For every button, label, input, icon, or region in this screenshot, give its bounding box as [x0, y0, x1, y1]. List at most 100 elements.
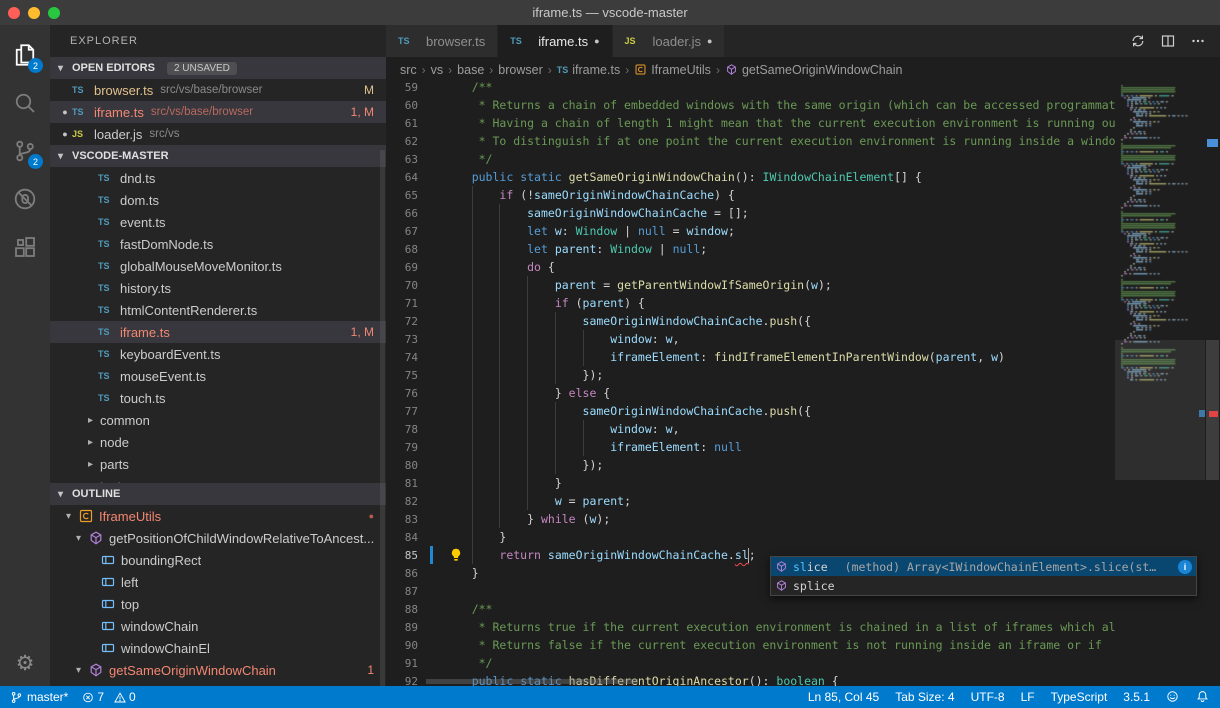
- minimize-window-button[interactable]: [28, 7, 40, 19]
- outline-item[interactable]: windowChainEl: [50, 637, 386, 659]
- code-line[interactable]: 59 /**: [386, 82, 1115, 96]
- code-line[interactable]: 65 if (!sameOriginWindowChainCache) {: [386, 186, 1115, 204]
- code-line[interactable]: 66 sameOriginWindowChainCache = [];: [386, 204, 1115, 222]
- code-line[interactable]: 61 * Having a chain of length 1 might me…: [386, 114, 1115, 132]
- tree-folder[interactable]: ▸parts: [50, 453, 386, 475]
- status-language[interactable]: TypeScript: [1051, 686, 1108, 708]
- outline-item[interactable]: left: [50, 571, 386, 593]
- status-version[interactable]: 3.5.1: [1123, 686, 1150, 708]
- activity-item-source-control[interactable]: 2: [1, 127, 49, 175]
- code-line[interactable]: 77 sameOriginWindowChainCache.push({: [386, 402, 1115, 420]
- tree-file[interactable]: TSevent.ts: [50, 211, 386, 233]
- suggest-item[interactable]: slice(method) Array<IWindowChainElement>…: [771, 557, 1196, 576]
- suggest-item[interactable]: splice: [771, 576, 1196, 595]
- tree-file[interactable]: TSdnd.ts: [50, 167, 386, 189]
- tree-file[interactable]: TSdom.ts: [50, 189, 386, 211]
- code-line[interactable]: 84 }: [386, 528, 1115, 546]
- activity-item-search[interactable]: [1, 79, 49, 127]
- tab-browser-ts[interactable]: TSbrowser.ts: [386, 25, 498, 57]
- close-window-button[interactable]: [8, 7, 20, 19]
- activity-item-explorer[interactable]: 2: [1, 31, 49, 79]
- minimap-slider[interactable]: [1115, 340, 1205, 480]
- breadcrumb-item[interactable]: base: [457, 63, 484, 77]
- breadcrumb-item[interactable]: browser: [498, 63, 542, 77]
- code-line[interactable]: 62 * To distinguish if at one point the …: [386, 132, 1115, 150]
- tree-file[interactable]: TSkeyboardEvent.ts: [50, 343, 386, 365]
- outline-item[interactable]: ▾getPositionOfChildWindowRelativeToAnces…: [50, 527, 386, 549]
- tree-folder[interactable]: ▸test: [50, 475, 386, 483]
- code-line[interactable]: 80 });: [386, 456, 1115, 474]
- breadcrumb-item[interactable]: vs: [431, 63, 444, 77]
- status-tab-size[interactable]: Tab Size: 4: [895, 686, 954, 708]
- code-line[interactable]: 88 /**: [386, 600, 1115, 618]
- code-line[interactable]: 70 parent = getParentWindowIfSameOrigin(…: [386, 276, 1115, 294]
- code-line[interactable]: 60 * Returns a chain of embedded windows…: [386, 96, 1115, 114]
- activity-item-extensions[interactable]: [1, 223, 49, 271]
- tree-file[interactable]: TStouch.ts: [50, 387, 386, 409]
- folder-section-header[interactable]: ▾ VSCODE-MASTER: [50, 145, 386, 167]
- open-editor-item[interactable]: ●TSiframe.tssrc/vs/base/browser1, M: [50, 101, 386, 123]
- code-line[interactable]: 67 let w: Window | null = window;: [386, 222, 1115, 240]
- tree-folder[interactable]: ▸common: [50, 409, 386, 431]
- code-line[interactable]: 73 window: w,: [386, 330, 1115, 348]
- info-icon[interactable]: i: [1178, 560, 1192, 574]
- code-line[interactable]: 71 if (parent) {: [386, 294, 1115, 312]
- code-line[interactable]: 63 */: [386, 150, 1115, 168]
- code-line[interactable]: 74 iframeElement: findIframeElementInPar…: [386, 348, 1115, 366]
- breadcrumb-item[interactable]: src: [400, 63, 417, 77]
- sidebar-scrollbar[interactable]: [380, 150, 385, 686]
- settings-gear-icon[interactable]: ⚙: [16, 651, 35, 676]
- breadcrumb-item[interactable]: IframeUtils: [634, 63, 711, 77]
- code-line[interactable]: 68 let parent: Window | null;: [386, 240, 1115, 258]
- open-editors-header[interactable]: ▾ OPEN EDITORS 2 UNSAVED: [50, 57, 386, 79]
- outline-item[interactable]: ▾getSameOriginWindowChain1: [50, 659, 386, 681]
- tab-loader-js[interactable]: JSloader.js●: [613, 25, 726, 57]
- code-line[interactable]: 64 public static getSameOriginWindowChai…: [386, 168, 1115, 186]
- split-editor-icon[interactable]: [1160, 33, 1176, 49]
- code-line[interactable]: 79 iframeElement: null: [386, 438, 1115, 456]
- tree-file[interactable]: TShtmlContentRenderer.ts: [50, 299, 386, 321]
- status-encoding[interactable]: UTF-8: [971, 686, 1005, 708]
- status-feedback[interactable]: [1166, 686, 1180, 708]
- status-branch[interactable]: master*: [10, 686, 68, 708]
- tree-file[interactable]: TSmouseEvent.ts: [50, 365, 386, 387]
- code-line[interactable]: 90 * Returns false if the current execut…: [386, 636, 1115, 654]
- tree-folder[interactable]: ▸node: [50, 431, 386, 453]
- vertical-scrollbar[interactable]: [1205, 82, 1220, 686]
- code-line[interactable]: 72 sameOriginWindowChainCache.push({: [386, 312, 1115, 330]
- outline-item[interactable]: ▾IframeUtils●: [50, 505, 386, 527]
- vertical-scrollbar-thumb[interactable]: [1206, 340, 1219, 480]
- open-editor-item[interactable]: TSbrowser.tssrc/vs/base/browserM: [50, 79, 386, 101]
- more-actions-icon[interactable]: [1190, 33, 1206, 49]
- code-line[interactable]: 83 } while (w);: [386, 510, 1115, 528]
- code-line[interactable]: 76 } else {: [386, 384, 1115, 402]
- tree-file[interactable]: TSfastDomNode.ts: [50, 233, 386, 255]
- horizontal-scrollbar[interactable]: [426, 679, 638, 684]
- outline-item[interactable]: top: [50, 593, 386, 615]
- outline-item[interactable]: windowChain: [50, 615, 386, 637]
- tree-file[interactable]: TSglobalMouseMoveMonitor.ts: [50, 255, 386, 277]
- outline-header[interactable]: ▾ OUTLINE: [50, 483, 386, 505]
- zoom-window-button[interactable]: [48, 7, 60, 19]
- lightbulb-icon[interactable]: [448, 547, 464, 563]
- code-line[interactable]: 89 * Returns true if the current executi…: [386, 618, 1115, 636]
- code-line[interactable]: 82 w = parent;: [386, 492, 1115, 510]
- outline-item[interactable]: boundingRect: [50, 549, 386, 571]
- status-notifications[interactable]: [1196, 686, 1210, 708]
- breadcrumb-item[interactable]: TSiframe.ts: [557, 63, 620, 77]
- code-line[interactable]: 69 do {: [386, 258, 1115, 276]
- sync-icon[interactable]: [1130, 33, 1146, 49]
- status-problems[interactable]: 7 0: [82, 686, 135, 708]
- tree-file[interactable]: TShistory.ts: [50, 277, 386, 299]
- status-cursor-position[interactable]: Ln 85, Col 45: [808, 686, 879, 708]
- breadcrumb-item[interactable]: getSameOriginWindowChain: [725, 63, 903, 77]
- code-line[interactable]: 78 window: w,: [386, 420, 1115, 438]
- code-line[interactable]: 75 });: [386, 366, 1115, 384]
- code-line[interactable]: 91 */: [386, 654, 1115, 672]
- tree-file[interactable]: TSiframe.ts1, M: [50, 321, 386, 343]
- code-line[interactable]: 81 }: [386, 474, 1115, 492]
- tab-iframe-ts[interactable]: TSiframe.ts●: [498, 25, 612, 57]
- open-editor-item[interactable]: ●JSloader.jssrc/vs: [50, 123, 386, 145]
- activity-item-debug[interactable]: [1, 175, 49, 223]
- status-eol[interactable]: LF: [1021, 686, 1035, 708]
